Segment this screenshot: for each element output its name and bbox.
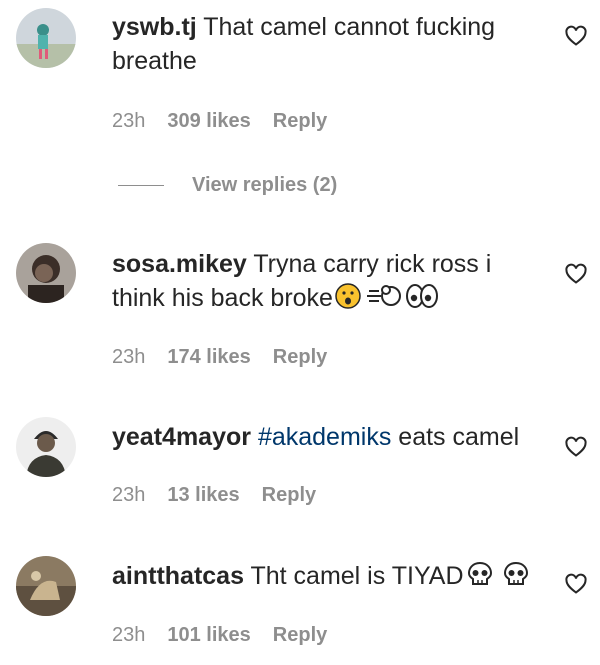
comment-likes[interactable]: 13 likes: [167, 484, 239, 507]
comment-text: yswb.tj That camel cannot fucking breath…: [112, 10, 532, 78]
comment-message: Tht camel is TIYAD: [250, 562, 464, 590]
avatar[interactable]: [16, 417, 76, 477]
comment-meta: 23h 13 likes Reply: [112, 484, 316, 507]
like-heart-icon[interactable]: [564, 435, 588, 459]
comment-likes[interactable]: 101 likes: [167, 624, 250, 647]
comment-time[interactable]: 23h: [112, 110, 145, 133]
comment-meta: 23h 174 likes Reply: [112, 346, 327, 369]
like-heart-icon[interactable]: [564, 262, 588, 286]
comment-meta: 23h 101 likes Reply: [112, 624, 327, 647]
avatar[interactable]: [16, 8, 76, 68]
comment-username[interactable]: aintthatcas: [112, 562, 244, 590]
view-replies-divider: [118, 185, 164, 186]
astonished-face-icon: [335, 283, 361, 318]
comment-likes[interactable]: 309 likes: [167, 110, 250, 133]
reply-button[interactable]: Reply: [262, 484, 316, 507]
skull-icon: [502, 561, 530, 596]
avatar-image-icon: [16, 8, 76, 68]
comment-time[interactable]: 23h: [112, 346, 145, 369]
reply-button[interactable]: Reply: [273, 624, 327, 647]
comment-meta: 23h 309 likes Reply: [112, 110, 327, 133]
comment-username[interactable]: sosa.mikey: [112, 250, 247, 278]
reply-button[interactable]: Reply: [273, 346, 327, 369]
avatar-image-icon: [16, 243, 76, 303]
comment-likes[interactable]: 174 likes: [167, 346, 250, 369]
avatar[interactable]: [16, 243, 76, 303]
comment-text: sosa.mikey Tryna carry rick ross i think…: [112, 247, 532, 318]
comment-message: eats camel: [398, 423, 520, 451]
reply-button[interactable]: Reply: [273, 110, 327, 133]
avatar[interactable]: [16, 556, 76, 616]
comment-text: aintthatcas Tht camel is TIYAD: [112, 559, 532, 596]
comment-time[interactable]: 23h: [112, 484, 145, 507]
dashing-away-icon: [363, 283, 403, 318]
avatar-image-icon: [16, 417, 76, 477]
comment-username[interactable]: yeat4mayor: [112, 423, 251, 451]
skull-icon: [466, 561, 494, 596]
comment-username[interactable]: yswb.tj: [112, 13, 197, 41]
view-replies-label: View replies (2): [192, 174, 338, 196]
comment-time[interactable]: 23h: [112, 624, 145, 647]
comment-text: yeat4mayor #akademiks eats camel: [112, 420, 532, 454]
view-replies-button[interactable]: View replies (2): [118, 174, 337, 197]
like-heart-icon[interactable]: [564, 24, 588, 48]
avatar-image-icon: [16, 556, 76, 616]
like-heart-icon[interactable]: [564, 572, 588, 596]
eyes-icon: [405, 283, 439, 318]
hashtag-link[interactable]: #akademiks: [258, 423, 391, 451]
